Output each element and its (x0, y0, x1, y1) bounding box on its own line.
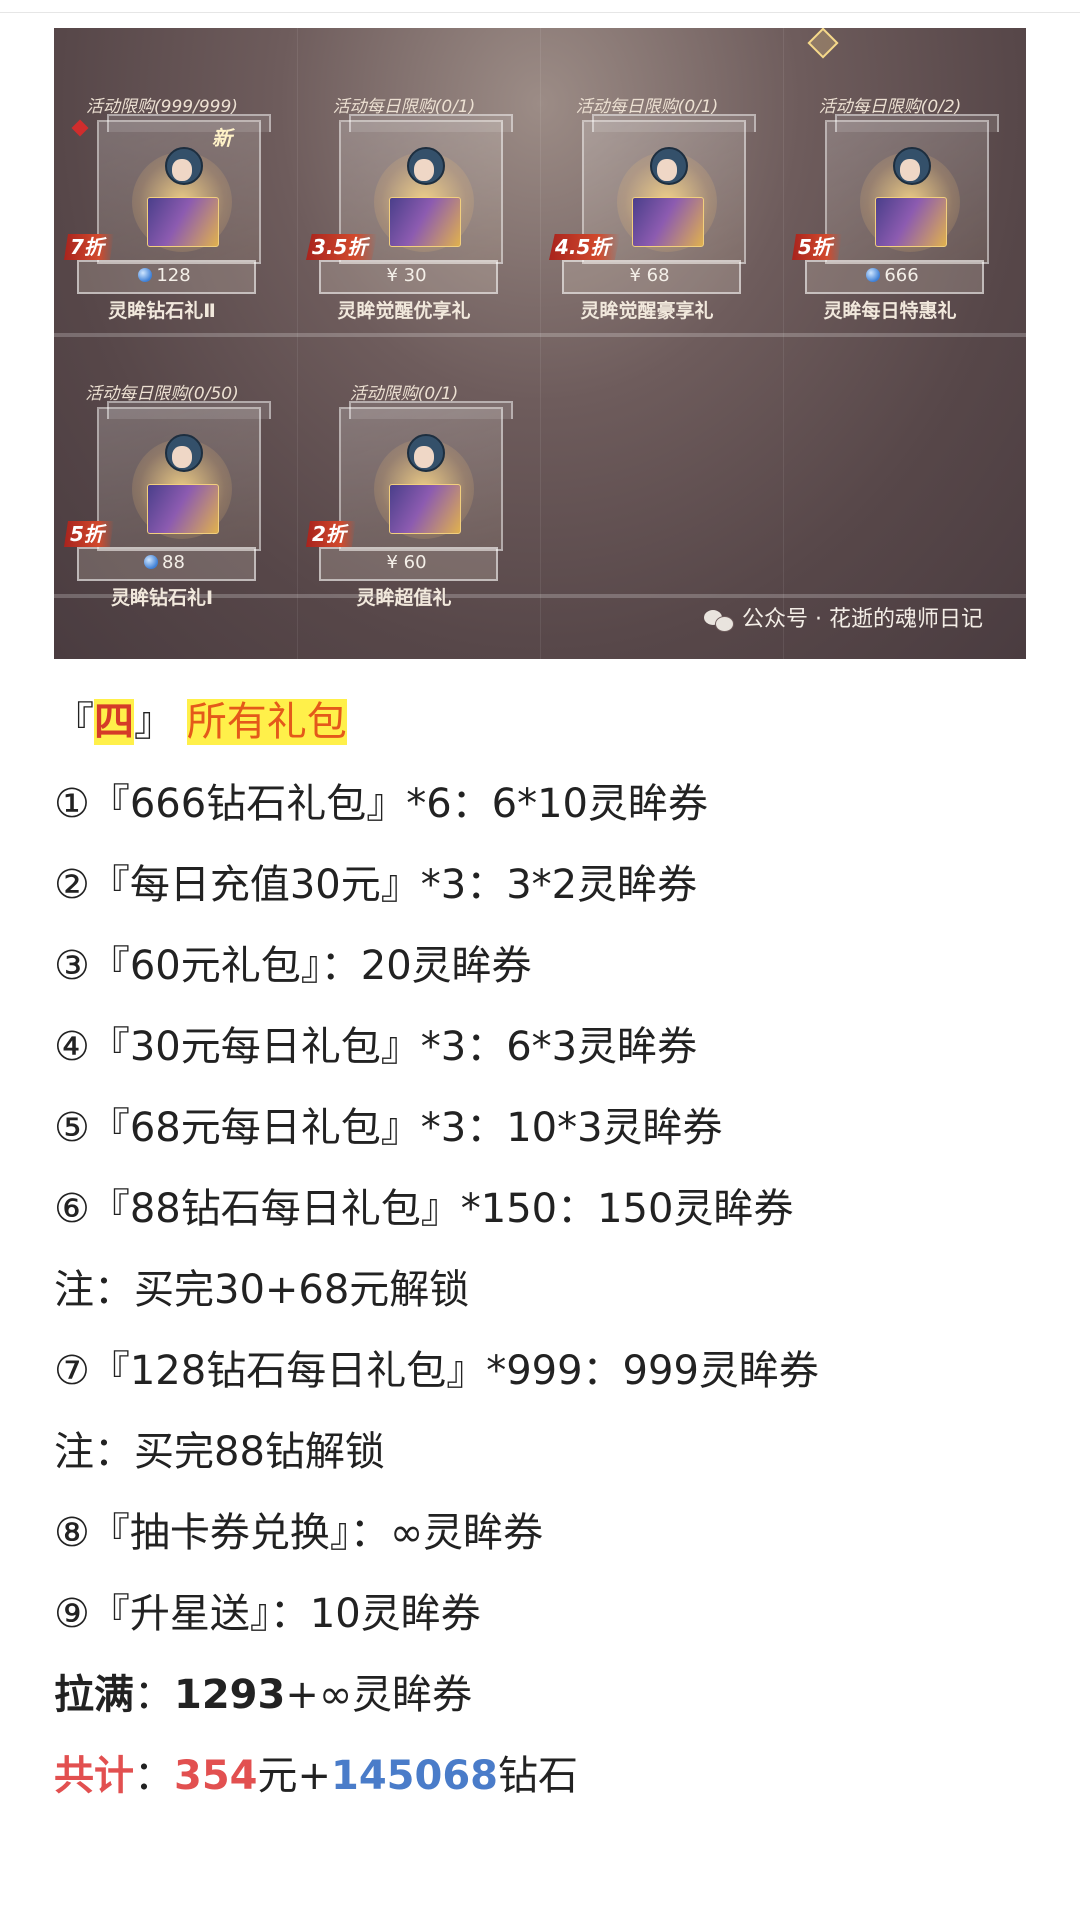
total-suffix: 钻石 (498, 1753, 579, 1799)
wechat-icon (704, 608, 734, 632)
list-item: ⑧『抽卡券兑换』：∞灵眸券 (54, 1510, 544, 1556)
note-line: 注：买完30+68元解锁 (54, 1267, 470, 1313)
bracket-open: 『 (54, 699, 94, 745)
gift-pack-card[interactable]: 活动每日限购(0/2) 666 5折 灵眸每日特惠礼 (790, 92, 999, 362)
gift-pack-card[interactable]: 活动每日限购(0/50) 88 5折 灵眸钻石礼Ⅰ (62, 379, 271, 649)
total-cash: 354 (174, 1753, 258, 1799)
character-art (147, 434, 219, 534)
list-item: ⑥『88钻石每日礼包』*150：150灵眸券 (54, 1186, 794, 1232)
discount-tag: 7折 (64, 234, 114, 260)
max-label: 拉满 (54, 1672, 134, 1718)
pack-price: 128 (77, 262, 252, 290)
discount-tag: 5折 (792, 234, 842, 260)
character-art (389, 434, 461, 534)
price-value: 88 (162, 552, 185, 573)
pack-name: 灵眸觉醒优享礼 (337, 300, 471, 322)
watermark: 公众号 · 花逝的魂师日记 (704, 601, 983, 633)
list-item: ⑨『升星送』：10灵眸券 (54, 1591, 481, 1637)
list-item: ①『666钻石礼包』*6：6*10灵眸券 (54, 781, 709, 827)
list-item: ②『每日充值30元』*3：3*2灵眸券 (54, 862, 698, 908)
list-item: ④『30元每日礼包』*3：6*3灵眸券 (54, 1024, 698, 1070)
diamond-currency-icon (144, 555, 159, 569)
max-rest: +∞灵眸券 (285, 1672, 473, 1718)
top-divider (0, 12, 1080, 13)
discount-tag: 4.5折 (549, 234, 621, 260)
pack-price: 666 (805, 262, 980, 290)
shelf-divider (297, 28, 298, 659)
pack-name: 灵眸觉醒豪享礼 (580, 300, 714, 322)
shelf-divider (540, 28, 541, 659)
price-value: 666 (884, 265, 919, 286)
new-badge-icon: 新 (212, 126, 232, 150)
bracket-close: 』 (134, 699, 174, 745)
character-art (875, 147, 947, 247)
gift-pack-card[interactable]: 活动每日限购(0/1) ¥ 30 3.5折 灵眸觉醒优享礼 (304, 92, 513, 362)
pack-price: ¥ 68 (629, 265, 670, 286)
shelf-divider (783, 28, 784, 659)
section-heading: 『四』 所有礼包 (54, 694, 347, 750)
pack-price: ¥ 60 (386, 552, 427, 573)
gift-pack-card[interactable]: 活动每日限购(0/1) ¥ 68 4.5折 灵眸觉醒豪享礼 (547, 92, 756, 362)
pack-name: 灵眸钻石礼Ⅰ (110, 587, 214, 609)
section-title: 所有礼包 (186, 699, 347, 745)
max-value: 1293 (174, 1672, 286, 1718)
ornament-diamond-icon (807, 28, 839, 59)
discount-tag: 2折 (306, 521, 356, 547)
colon: ： (134, 1672, 174, 1718)
section-number: 四 (94, 699, 134, 745)
red-gem-icon (71, 119, 89, 137)
pack-name: 灵眸钻石礼Ⅱ (108, 300, 216, 322)
discount-tag: 3.5折 (306, 234, 378, 260)
gift-pack-card[interactable]: 活动限购(0/1) ¥ 60 2折 灵眸超值礼 (304, 379, 513, 649)
list-item: ⑤『68元每日礼包』*3：10*3灵眸券 (54, 1105, 723, 1151)
pack-name: 灵眸超值礼 (356, 587, 452, 609)
price-value: 128 (156, 265, 191, 286)
list-item: ③『60元礼包』：20灵眸券 (54, 943, 532, 989)
gift-pack-screenshot: 活动限购(999/999) 新 128 7折 灵眸钻石礼Ⅱ 活动每日限购(0/1… (54, 28, 1026, 659)
pack-name: 灵眸每日特惠礼 (823, 300, 957, 322)
note-line: 注：买完88钻解锁 (54, 1429, 385, 1475)
total-summary: 共计：354元+145068钻石 (54, 1748, 578, 1804)
gift-pack-card[interactable]: 活动限购(999/999) 新 128 7折 灵眸钻石礼Ⅱ (62, 92, 271, 362)
pack-price: ¥ 30 (386, 265, 427, 286)
total-diamond: 145068 (331, 1753, 499, 1799)
list-item: ⑦『128钻石每日礼包』*999：999灵眸券 (54, 1348, 819, 1394)
character-art (389, 147, 461, 247)
character-art (147, 147, 219, 247)
colon: ： (134, 1753, 174, 1799)
total-label: 共计 (54, 1753, 134, 1799)
discount-tag: 5折 (64, 521, 114, 547)
watermark-text: 公众号 · 花逝的魂师日记 (742, 607, 983, 632)
pack-price: 88 (77, 549, 252, 577)
diamond-currency-icon (138, 268, 153, 282)
character-art (632, 147, 704, 247)
total-mid: 元+ (257, 1753, 332, 1799)
diamond-currency-icon (866, 268, 881, 282)
max-summary: 拉满：1293+∞灵眸券 (54, 1667, 472, 1723)
